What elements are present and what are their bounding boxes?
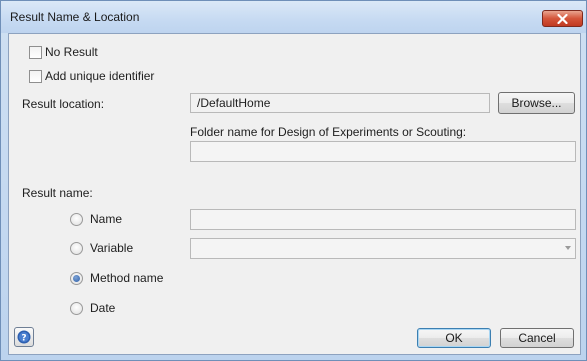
cancel-button[interactable]: Cancel <box>500 328 574 348</box>
method-name-radio[interactable] <box>70 272 83 285</box>
dialog-body: No Result Add unique identifier Result l… <box>8 33 581 355</box>
folder-name-label: Folder name for Design of Experiments or… <box>190 125 467 139</box>
date-radio[interactable] <box>70 302 83 315</box>
name-field[interactable] <box>190 209 576 230</box>
variable-radio-label: Variable <box>90 241 134 255</box>
result-location-field[interactable]: /DefaultHome <box>190 93 490 113</box>
folder-name-field[interactable] <box>190 141 576 162</box>
close-icon <box>557 13 568 24</box>
svg-text:?: ? <box>21 334 26 344</box>
title-bar[interactable]: Result Name & Location <box>1 1 586 33</box>
method-name-radio-label: Method name <box>90 271 164 285</box>
no-result-label: No Result <box>45 45 98 59</box>
window-title: Result Name & Location <box>10 10 140 24</box>
no-result-checkbox[interactable] <box>29 46 42 59</box>
date-radio-label: Date <box>90 301 116 315</box>
variable-radio[interactable] <box>70 242 83 255</box>
unique-identifier-label: Add unique identifier <box>45 69 155 83</box>
ok-button[interactable]: OK <box>417 328 491 348</box>
result-name-label: Result name: <box>22 186 93 200</box>
name-radio-label: Name <box>90 212 123 226</box>
chevron-down-icon <box>565 246 571 250</box>
unique-identifier-checkbox[interactable] <box>29 70 42 83</box>
browse-button[interactable]: Browse... <box>498 92 575 114</box>
result-location-label: Result location: <box>22 97 105 111</box>
dialog-window: Result Name & Location No Result Add uni… <box>0 0 587 361</box>
help-icon: ? <box>17 330 31 344</box>
help-button[interactable]: ? <box>14 327 34 347</box>
close-button[interactable] <box>542 10 583 27</box>
name-radio[interactable] <box>70 213 83 226</box>
variable-dropdown[interactable] <box>190 238 576 259</box>
